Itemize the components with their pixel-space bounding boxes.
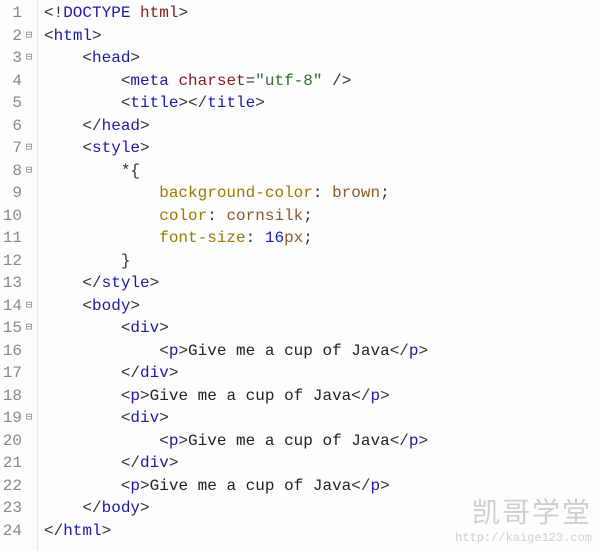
code-line[interactable]: <meta charset="utf-8" /> bbox=[44, 70, 602, 93]
line-number: 7 bbox=[0, 137, 22, 160]
code-line[interactable]: <p>Give me a cup of Java</p> bbox=[44, 430, 602, 453]
code-line[interactable]: <p>Give me a cup of Java</p> bbox=[44, 475, 602, 498]
gutter-row: 15⊟ bbox=[0, 317, 37, 340]
gutter-row: 4 bbox=[0, 70, 37, 93]
gutter-row: 5 bbox=[0, 92, 37, 115]
line-number: 13 bbox=[0, 272, 22, 295]
gutter-row: 14⊟ bbox=[0, 295, 37, 318]
fold-toggle-icon[interactable]: ⊟ bbox=[23, 407, 35, 430]
gutter-row: 21 bbox=[0, 452, 37, 475]
line-number: 11 bbox=[0, 227, 22, 250]
gutter: 12⊟3⊟4567⊟8⊟91011121314⊟15⊟16171819⊟2021… bbox=[0, 0, 38, 551]
fold-toggle-icon[interactable]: ⊟ bbox=[23, 25, 35, 48]
line-number: 17 bbox=[0, 362, 22, 385]
gutter-row: 11 bbox=[0, 227, 37, 250]
gutter-row: 23 bbox=[0, 497, 37, 520]
line-number: 16 bbox=[0, 340, 22, 363]
line-number: 14 bbox=[0, 295, 22, 318]
code-line[interactable]: background-color: brown; bbox=[44, 182, 602, 205]
code-line[interactable]: <!DOCTYPE html> bbox=[44, 2, 602, 25]
line-number: 6 bbox=[0, 115, 22, 138]
code-line[interactable]: </html> bbox=[44, 520, 602, 543]
code-line[interactable]: <div> bbox=[44, 407, 602, 430]
line-number: 15 bbox=[0, 317, 22, 340]
gutter-row: 18 bbox=[0, 385, 37, 408]
code-line[interactable]: *{ bbox=[44, 160, 602, 183]
line-number: 20 bbox=[0, 430, 22, 453]
gutter-row: 6 bbox=[0, 115, 37, 138]
code-line[interactable]: <p>Give me a cup of Java</p> bbox=[44, 385, 602, 408]
line-number: 1 bbox=[0, 2, 22, 25]
gutter-row: 24 bbox=[0, 520, 37, 543]
line-number: 18 bbox=[0, 385, 22, 408]
gutter-row: 20 bbox=[0, 430, 37, 453]
line-number: 8 bbox=[0, 160, 22, 183]
code-line[interactable]: </div> bbox=[44, 362, 602, 385]
gutter-row: 9 bbox=[0, 182, 37, 205]
code-line[interactable]: color: cornsilk; bbox=[44, 205, 602, 228]
code-line[interactable]: </body> bbox=[44, 497, 602, 520]
code-line[interactable]: <head> bbox=[44, 47, 602, 70]
fold-toggle-icon[interactable]: ⊟ bbox=[23, 47, 35, 70]
code-area[interactable]: <!DOCTYPE html><html> <head> <meta chars… bbox=[38, 0, 602, 551]
gutter-row: 13 bbox=[0, 272, 37, 295]
line-number: 12 bbox=[0, 250, 22, 273]
code-editor[interactable]: 12⊟3⊟4567⊟8⊟91011121314⊟15⊟16171819⊟2021… bbox=[0, 0, 602, 551]
line-number: 4 bbox=[0, 70, 22, 93]
gutter-row: 19⊟ bbox=[0, 407, 37, 430]
gutter-row: 12 bbox=[0, 250, 37, 273]
gutter-row: 7⊟ bbox=[0, 137, 37, 160]
gutter-row: 1 bbox=[0, 2, 37, 25]
line-number: 5 bbox=[0, 92, 22, 115]
line-number: 23 bbox=[0, 497, 22, 520]
gutter-row: 22 bbox=[0, 475, 37, 498]
line-number: 22 bbox=[0, 475, 22, 498]
line-number: 21 bbox=[0, 452, 22, 475]
line-number: 3 bbox=[0, 47, 22, 70]
fold-toggle-icon[interactable]: ⊟ bbox=[23, 317, 35, 340]
line-number: 9 bbox=[0, 182, 22, 205]
line-number: 19 bbox=[0, 407, 22, 430]
code-line[interactable]: </style> bbox=[44, 272, 602, 295]
line-number: 10 bbox=[0, 205, 22, 228]
line-number: 2 bbox=[0, 25, 22, 48]
code-line[interactable]: <div> bbox=[44, 317, 602, 340]
code-line[interactable]: } bbox=[44, 250, 602, 273]
gutter-row: 10 bbox=[0, 205, 37, 228]
code-line[interactable]: font-size: 16px; bbox=[44, 227, 602, 250]
code-line[interactable]: </head> bbox=[44, 115, 602, 138]
code-line[interactable]: <p>Give me a cup of Java</p> bbox=[44, 340, 602, 363]
code-line[interactable]: <body> bbox=[44, 295, 602, 318]
gutter-row: 17 bbox=[0, 362, 37, 385]
gutter-row: 16 bbox=[0, 340, 37, 363]
code-line[interactable]: <title></title> bbox=[44, 92, 602, 115]
fold-toggle-icon[interactable]: ⊟ bbox=[23, 137, 35, 160]
code-line[interactable]: <style> bbox=[44, 137, 602, 160]
gutter-row: 8⊟ bbox=[0, 160, 37, 183]
fold-toggle-icon[interactable]: ⊟ bbox=[23, 160, 35, 183]
fold-toggle-icon[interactable]: ⊟ bbox=[23, 295, 35, 318]
gutter-row: 2⊟ bbox=[0, 25, 37, 48]
code-line[interactable]: <html> bbox=[44, 25, 602, 48]
line-number: 24 bbox=[0, 520, 22, 543]
gutter-row: 3⊟ bbox=[0, 47, 37, 70]
code-line[interactable]: </div> bbox=[44, 452, 602, 475]
